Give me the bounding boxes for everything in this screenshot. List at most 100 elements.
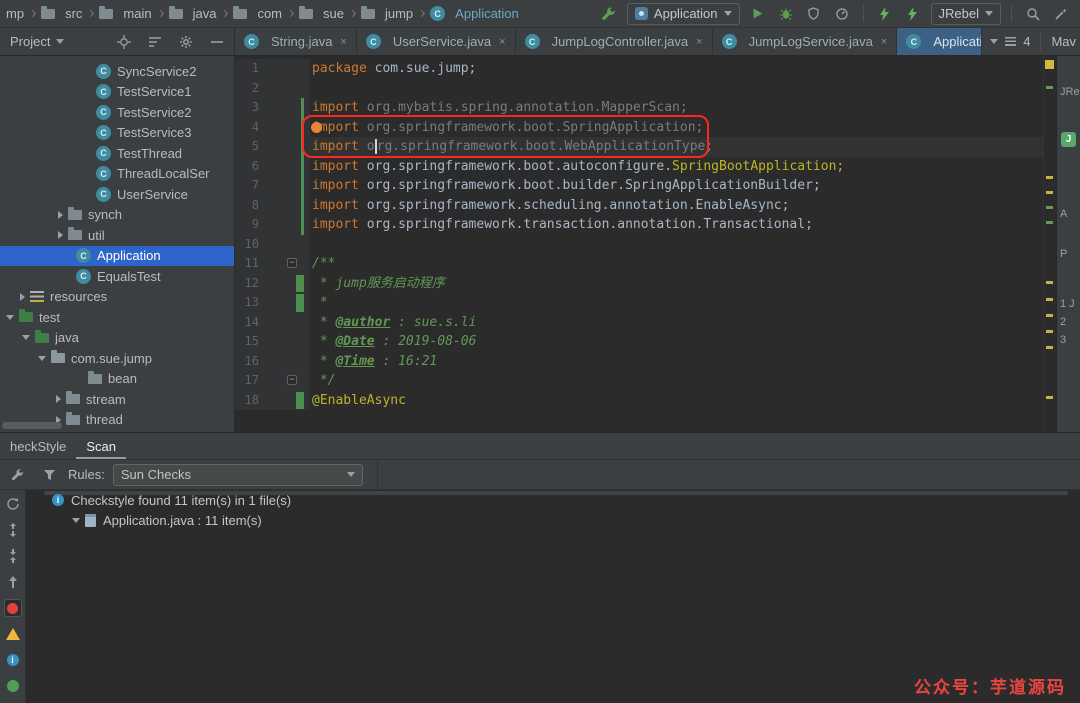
tree-collapsed-arrow-icon[interactable]: [56, 395, 61, 403]
tree-item-testservice3[interactable]: CTestService3: [0, 123, 234, 144]
tree-expanded-arrow-icon[interactable]: [22, 335, 30, 340]
jrebel-debug-icon[interactable]: [902, 3, 924, 25]
tree-item-threadlocalser[interactable]: CThreadLocalSer: [0, 164, 234, 185]
tree-item-bean[interactable]: bean: [0, 369, 234, 390]
breadcrumb-item-main[interactable]: main: [99, 6, 151, 21]
breadcrumb-item-com[interactable]: com: [233, 6, 282, 21]
code-line-17[interactable]: 17− */: [235, 371, 1056, 391]
tree-item-testthread[interactable]: CTestThread: [0, 143, 234, 164]
error-stripe-mark[interactable]: [1046, 298, 1053, 301]
code-line-1[interactable]: 1package com.sue.jump;: [235, 59, 1056, 79]
fold-marker-icon[interactable]: −: [287, 258, 297, 268]
tree-expanded-arrow-icon[interactable]: [38, 356, 46, 361]
select-opened-file-icon[interactable]: [113, 31, 135, 53]
tree-collapsed-arrow-icon[interactable]: [58, 231, 63, 239]
breadcrumb-item-application[interactable]: CApplication: [430, 6, 519, 21]
expand-all-icon[interactable]: [4, 521, 22, 539]
code-line-2[interactable]: 2: [235, 79, 1056, 99]
collapse-all-icon[interactable]: [4, 547, 22, 565]
code-line-6[interactable]: 6import org.springframework.boot.autocon…: [235, 157, 1056, 177]
settings-gear-icon[interactable]: [175, 31, 197, 53]
error-stripe-mark[interactable]: [1046, 176, 1053, 179]
clear-results-icon[interactable]: [4, 677, 22, 695]
code-line-14[interactable]: 14 * @author : sue.s.li: [235, 313, 1056, 333]
editor-tab-jumplogservice-java[interactable]: CJumpLogService.java×: [713, 28, 898, 55]
tree-item-util[interactable]: util: [0, 225, 234, 246]
wrench-small-icon[interactable]: [6, 464, 28, 486]
hidden-tabs-chevron-icon[interactable]: [990, 39, 998, 44]
tree-item-testservice2[interactable]: CTestService2: [0, 102, 234, 123]
tab-scan[interactable]: Scan: [76, 433, 126, 459]
code-line-9[interactable]: 9import org.springframework.transaction.…: [235, 215, 1056, 235]
tree-item-test[interactable]: test: [0, 307, 234, 328]
tree-collapsed-arrow-icon[interactable]: [20, 293, 25, 301]
tree-item-syncservice2[interactable]: CSyncService2: [0, 61, 234, 82]
code-line-12[interactable]: 12 * jump服务启动程序: [235, 274, 1056, 294]
tree-item-application[interactable]: CApplication: [0, 246, 234, 267]
maven-tool-button[interactable]: Mav: [1051, 34, 1076, 49]
rerun-check-icon[interactable]: [4, 495, 22, 513]
right-stripe-button[interactable]: 2: [1060, 316, 1066, 328]
editor-tab-application-java[interactable]: CApplication.java×: [897, 28, 981, 55]
error-stripe[interactable]: [1043, 56, 1056, 432]
tab-close-icon[interactable]: ×: [696, 36, 702, 48]
run-config-selector[interactable]: Application: [627, 3, 740, 25]
error-stripe-mark[interactable]: [1046, 346, 1053, 349]
rules-select[interactable]: Sun Checks: [113, 464, 363, 486]
error-stripe-mark[interactable]: [1046, 314, 1053, 317]
jrebel-run-icon[interactable]: [874, 3, 896, 25]
filter-funnel-icon[interactable]: [38, 464, 60, 486]
code-line-5[interactable]: 5import org.springframework.boot.WebAppl…: [235, 137, 1056, 157]
code-line-8[interactable]: 8import org.springframework.scheduling.a…: [235, 196, 1056, 216]
search-everywhere-icon[interactable]: [1022, 3, 1044, 25]
profiler-icon[interactable]: [831, 3, 853, 25]
tree-item-java[interactable]: java: [0, 328, 234, 349]
tree-item-resources[interactable]: resources: [0, 287, 234, 308]
tree-item-userservice[interactable]: CUserService: [0, 184, 234, 205]
info-filter-icon[interactable]: i: [4, 651, 22, 669]
error-stripe-mark[interactable]: [1046, 281, 1053, 284]
fold-marker-icon[interactable]: −: [287, 375, 297, 385]
tab-checkstyle[interactable]: heckStyle: [0, 433, 76, 459]
editor-tab-string-java[interactable]: CString.java×: [235, 28, 357, 55]
breadcrumb-item-src[interactable]: src: [41, 6, 82, 21]
jrebel-selector[interactable]: JRebel: [931, 3, 1001, 25]
code-line-13[interactable]: 13 *: [235, 293, 1056, 313]
tab-close-icon[interactable]: ×: [340, 36, 346, 48]
editor-tab-userservice-java[interactable]: CUserService.java×: [357, 28, 516, 55]
code-line-16[interactable]: 16 * @Time : 16:21: [235, 352, 1056, 372]
view-options-icon[interactable]: [144, 31, 166, 53]
error-stripe-mark[interactable]: [1046, 330, 1053, 333]
checkstyle-file-row[interactable]: Application.java : 11 item(s): [26, 510, 1080, 530]
tree-item-com-sue-jump[interactable]: com.sue.jump: [0, 348, 234, 369]
breadcrumb-item-mp[interactable]: mp: [6, 6, 24, 21]
project-panel-header[interactable]: Project: [0, 28, 235, 55]
error-stripe-mark[interactable]: [1046, 396, 1053, 399]
tab-list-icon[interactable]: [1005, 37, 1016, 46]
run-play-icon[interactable]: [747, 3, 769, 25]
right-stripe-button[interactable]: 1 J: [1060, 298, 1075, 310]
tab-close-icon[interactable]: ×: [499, 36, 505, 48]
navigate-up-icon[interactable]: [4, 573, 22, 591]
code-editor[interactable]: 1package com.sue.jump;23import org.mybat…: [235, 56, 1056, 432]
breadcrumb-item-java[interactable]: java: [169, 6, 217, 21]
breadcrumb-item-jump[interactable]: jump: [361, 6, 413, 21]
build-wrench-icon[interactable]: [598, 3, 620, 25]
error-stripe-mark[interactable]: [1046, 206, 1053, 209]
code-line-10[interactable]: 10: [235, 235, 1056, 255]
code-line-7[interactable]: 7import org.springframework.boot.builder…: [235, 176, 1056, 196]
editor-tab-jumplogcontroller-java[interactable]: CJumpLogController.java×: [516, 28, 713, 55]
jrebel-badge-icon[interactable]: J: [1061, 132, 1076, 147]
code-line-3[interactable]: 3import org.mybatis.spring.annotation.Ma…: [235, 98, 1056, 118]
right-stripe-button[interactable]: A: [1060, 208, 1067, 220]
coverage-icon[interactable]: [803, 3, 825, 25]
tree-expanded-arrow-icon[interactable]: [72, 518, 80, 523]
magic-wand-icon[interactable]: [1050, 3, 1072, 25]
inspection-status-icon[interactable]: [1045, 60, 1054, 69]
tab-close-icon[interactable]: ×: [881, 36, 887, 48]
debug-bug-icon[interactable]: [775, 3, 797, 25]
tree-item-equalstest[interactable]: CEqualsTest: [0, 266, 234, 287]
error-stripe-mark[interactable]: [1046, 191, 1053, 194]
code-line-18[interactable]: 18@EnableAsync: [235, 391, 1056, 411]
tree-item-testservice1[interactable]: CTestService1: [0, 82, 234, 103]
